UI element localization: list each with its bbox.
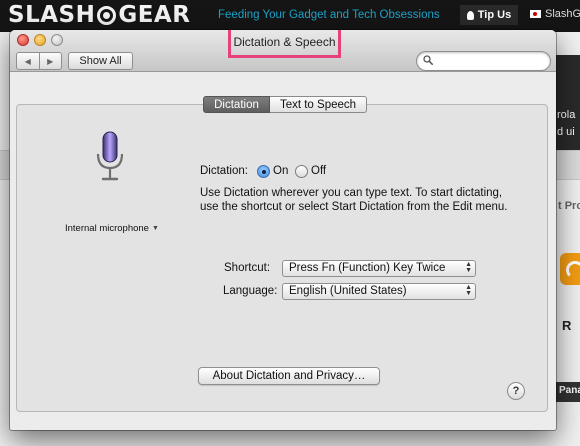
search-input[interactable] <box>437 54 545 68</box>
dictation-on-radio[interactable] <box>257 165 270 178</box>
logo-text-left: SLASH <box>8 2 96 28</box>
window-titlebar[interactable]: Dictation & Speech ◀ ▶ Show All <box>10 30 556 72</box>
dictation-speech-window: Dictation & Speech ◀ ▶ Show All Dictatio… <box>10 30 556 430</box>
pane-tabs: Dictation Text to Speech <box>203 96 367 113</box>
tip-us-label: Tip Us <box>477 9 512 21</box>
lightbulb-icon <box>466 10 474 20</box>
region-link-label: SlashG <box>545 8 580 20</box>
tip-us-button[interactable]: Tip Us <box>460 5 518 25</box>
forward-button[interactable]: ▶ <box>38 53 62 69</box>
microphone-source-popup[interactable]: Internal microphone ▼ <box>65 223 159 234</box>
dictation-label: Dictation: <box>200 165 248 177</box>
side-label: R <box>562 318 572 333</box>
logo-text-right: GEAR <box>118 2 191 28</box>
shortcut-label: Shortcut: <box>224 262 271 274</box>
window-title: Dictation & Speech <box>228 30 341 58</box>
rss-icon[interactable] <box>560 253 580 285</box>
side-label: t Pro <box>558 200 580 212</box>
microphone-source-label: Internal microphone <box>65 223 149 234</box>
arrow-left-icon: ◀ <box>24 56 31 66</box>
about-dictation-privacy-button[interactable]: About Dictation and Privacy… <box>198 367 380 385</box>
back-button[interactable]: ◀ <box>17 53 39 69</box>
promo-snippet: d ui <box>557 126 575 138</box>
help-button[interactable]: ? <box>507 382 525 400</box>
dictation-off-radio[interactable] <box>295 165 308 178</box>
microphone-icon <box>96 131 124 181</box>
zoom-window-button[interactable] <box>51 34 63 46</box>
tab-text-to-speech[interactable]: Text to Speech <box>270 96 367 113</box>
minimize-window-button[interactable] <box>34 34 46 46</box>
site-logo[interactable]: SLASH GEAR <box>8 2 190 28</box>
search-icon <box>423 55 433 65</box>
shortcut-popup[interactable]: Press Fn (Function) Key Twice ▲ ▼ <box>282 260 476 277</box>
dictation-description: Use Dictation wherever you can type text… <box>200 187 508 213</box>
chevron-down-icon: ▼ <box>151 225 159 232</box>
shortcut-value: Press Fn (Function) Key Twice <box>289 262 446 274</box>
up-down-arrows-icon: ▲ ▼ <box>465 284 472 297</box>
japan-flag-icon <box>530 10 541 18</box>
back-forward-control: ◀ ▶ <box>16 52 62 70</box>
region-link[interactable]: SlashG <box>530 8 580 20</box>
dictation-on-label[interactable]: On <box>273 165 288 177</box>
gear-logo-icon <box>97 5 117 25</box>
language-label: Language: <box>223 285 278 297</box>
up-down-arrows-icon: ▲ ▼ <box>465 261 472 274</box>
dictation-off-label[interactable]: Off <box>311 165 326 177</box>
promo-snippet: rola <box>557 109 576 121</box>
language-popup[interactable]: English (United States) ▲ ▼ <box>282 283 476 300</box>
arrow-right-icon: ▶ <box>47 56 54 66</box>
language-value: English (United States) <box>289 285 407 297</box>
search-field[interactable] <box>416 51 551 71</box>
show-all-button[interactable]: Show All <box>68 52 133 70</box>
side-ad[interactable]: Pana <box>556 382 580 402</box>
site-tagline: Feeding Your Gadget and Tech Obsessions <box>218 9 440 21</box>
tab-dictation[interactable]: Dictation <box>203 96 270 113</box>
site-header: SLASH GEAR Feeding Your Gadget and Tech … <box>0 0 580 32</box>
close-window-button[interactable] <box>17 34 29 46</box>
